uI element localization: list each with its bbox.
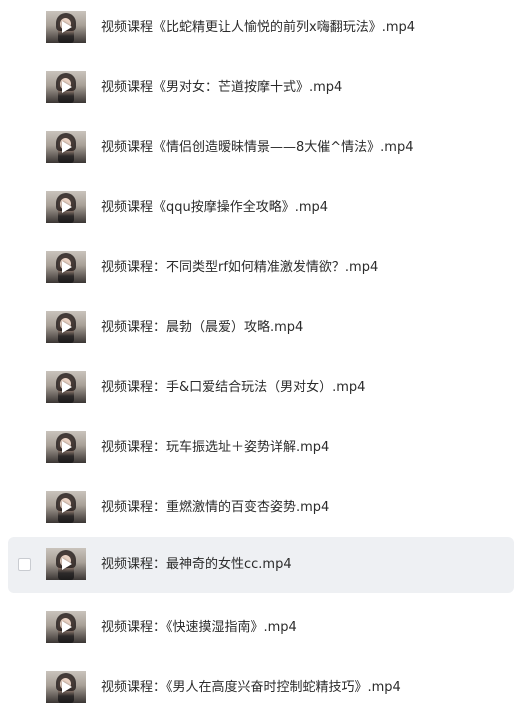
checkbox-icon[interactable] xyxy=(18,558,31,571)
file-row[interactable]: 视频课程《情侣创造暧昧情景——8大催^情法》.mp4 xyxy=(8,120,514,176)
file-row[interactable]: 视频课程：晨勃（晨爱）攻略.mp4 xyxy=(8,300,514,356)
play-icon[interactable] xyxy=(62,558,72,570)
video-thumbnail-icon[interactable] xyxy=(46,548,86,580)
play-icon[interactable] xyxy=(62,321,72,333)
file-row-selected[interactable]: 视频课程：最神奇的女性cc.mp4 xyxy=(8,537,514,593)
file-name[interactable]: 视频课程《比蛇精更让人愉悦的前列x嗨翻玩法》.mp4 xyxy=(101,18,415,38)
file-row[interactable]: 视频课程：手&口爱结合玩法（男对女）.mp4 xyxy=(8,360,514,416)
play-icon[interactable] xyxy=(62,381,72,393)
play-icon[interactable] xyxy=(62,261,72,273)
file-row[interactable]: 视频课程《qqu按摩操作全攻略》.mp4 xyxy=(8,180,514,236)
file-row[interactable]: 视频课程《比蛇精更让人愉悦的前列x嗨翻玩法》.mp4 xyxy=(8,0,514,56)
play-icon[interactable] xyxy=(62,441,72,453)
video-thumbnail-icon[interactable] xyxy=(46,611,86,643)
file-name[interactable]: 视频课程：最神奇的女性cc.mp4 xyxy=(101,555,292,575)
play-icon[interactable] xyxy=(62,681,72,693)
file-row[interactable]: 视频课程：不同类型rf如何精准激发情欲？.mp4 xyxy=(8,240,514,296)
file-name[interactable]: 视频课程《qqu按摩操作全攻略》.mp4 xyxy=(101,198,328,218)
video-thumbnail-icon[interactable] xyxy=(46,491,86,523)
video-thumbnail-icon[interactable] xyxy=(46,11,86,43)
video-thumbnail-icon[interactable] xyxy=(46,311,86,343)
video-thumbnail-icon[interactable] xyxy=(46,71,86,103)
file-row[interactable]: 视频课程《男对女：芒道按摩十式》.mp4 xyxy=(8,60,514,116)
file-row[interactable]: 视频课程：重燃激情的百变杏姿势.mp4 xyxy=(8,480,514,536)
video-thumbnail-icon[interactable] xyxy=(46,671,86,703)
file-name[interactable]: 视频课程：不同类型rf如何精准激发情欲？.mp4 xyxy=(101,258,378,278)
file-list: 视频课程《比蛇精更让人愉悦的前列x嗨翻玩法》.mp4 视频课程《男对女：芒道按摩… xyxy=(0,0,514,724)
video-thumbnail-icon[interactable] xyxy=(46,431,86,463)
play-icon[interactable] xyxy=(62,21,72,33)
file-name[interactable]: 视频课程：《男人在高度兴奋时控制蛇精技巧》.mp4 xyxy=(101,678,401,698)
video-thumbnail-icon[interactable] xyxy=(46,251,86,283)
file-name[interactable]: 视频课程《男对女：芒道按摩十式》.mp4 xyxy=(101,78,342,98)
file-name[interactable]: 视频课程：玩车振选址＋姿势详解.mp4 xyxy=(101,438,329,458)
file-name[interactable]: 视频课程：晨勃（晨爱）攻略.mp4 xyxy=(101,318,303,338)
file-name[interactable]: 视频课程《情侣创造暧昧情景——8大催^情法》.mp4 xyxy=(101,138,413,158)
play-icon[interactable] xyxy=(62,81,72,93)
play-icon[interactable] xyxy=(62,141,72,153)
play-icon[interactable] xyxy=(62,201,72,213)
file-name[interactable]: 视频课程：重燃激情的百变杏姿势.mp4 xyxy=(101,498,329,518)
play-icon[interactable] xyxy=(62,501,72,513)
file-name[interactable]: 视频课程：手&口爱结合玩法（男对女）.mp4 xyxy=(101,378,365,398)
file-row[interactable]: 视频课程：《男人在高度兴奋时控制蛇精技巧》.mp4 xyxy=(8,660,514,716)
video-thumbnail-icon[interactable] xyxy=(46,191,86,223)
file-name[interactable]: 视频课程：《快速摸湿指南》.mp4 xyxy=(101,618,297,638)
file-row[interactable]: 视频课程：《快速摸湿指南》.mp4 xyxy=(8,600,514,656)
play-icon[interactable] xyxy=(62,621,72,633)
video-thumbnail-icon[interactable] xyxy=(46,131,86,163)
file-row[interactable]: 视频课程：玩车振选址＋姿势详解.mp4 xyxy=(8,420,514,476)
video-thumbnail-icon[interactable] xyxy=(46,371,86,403)
